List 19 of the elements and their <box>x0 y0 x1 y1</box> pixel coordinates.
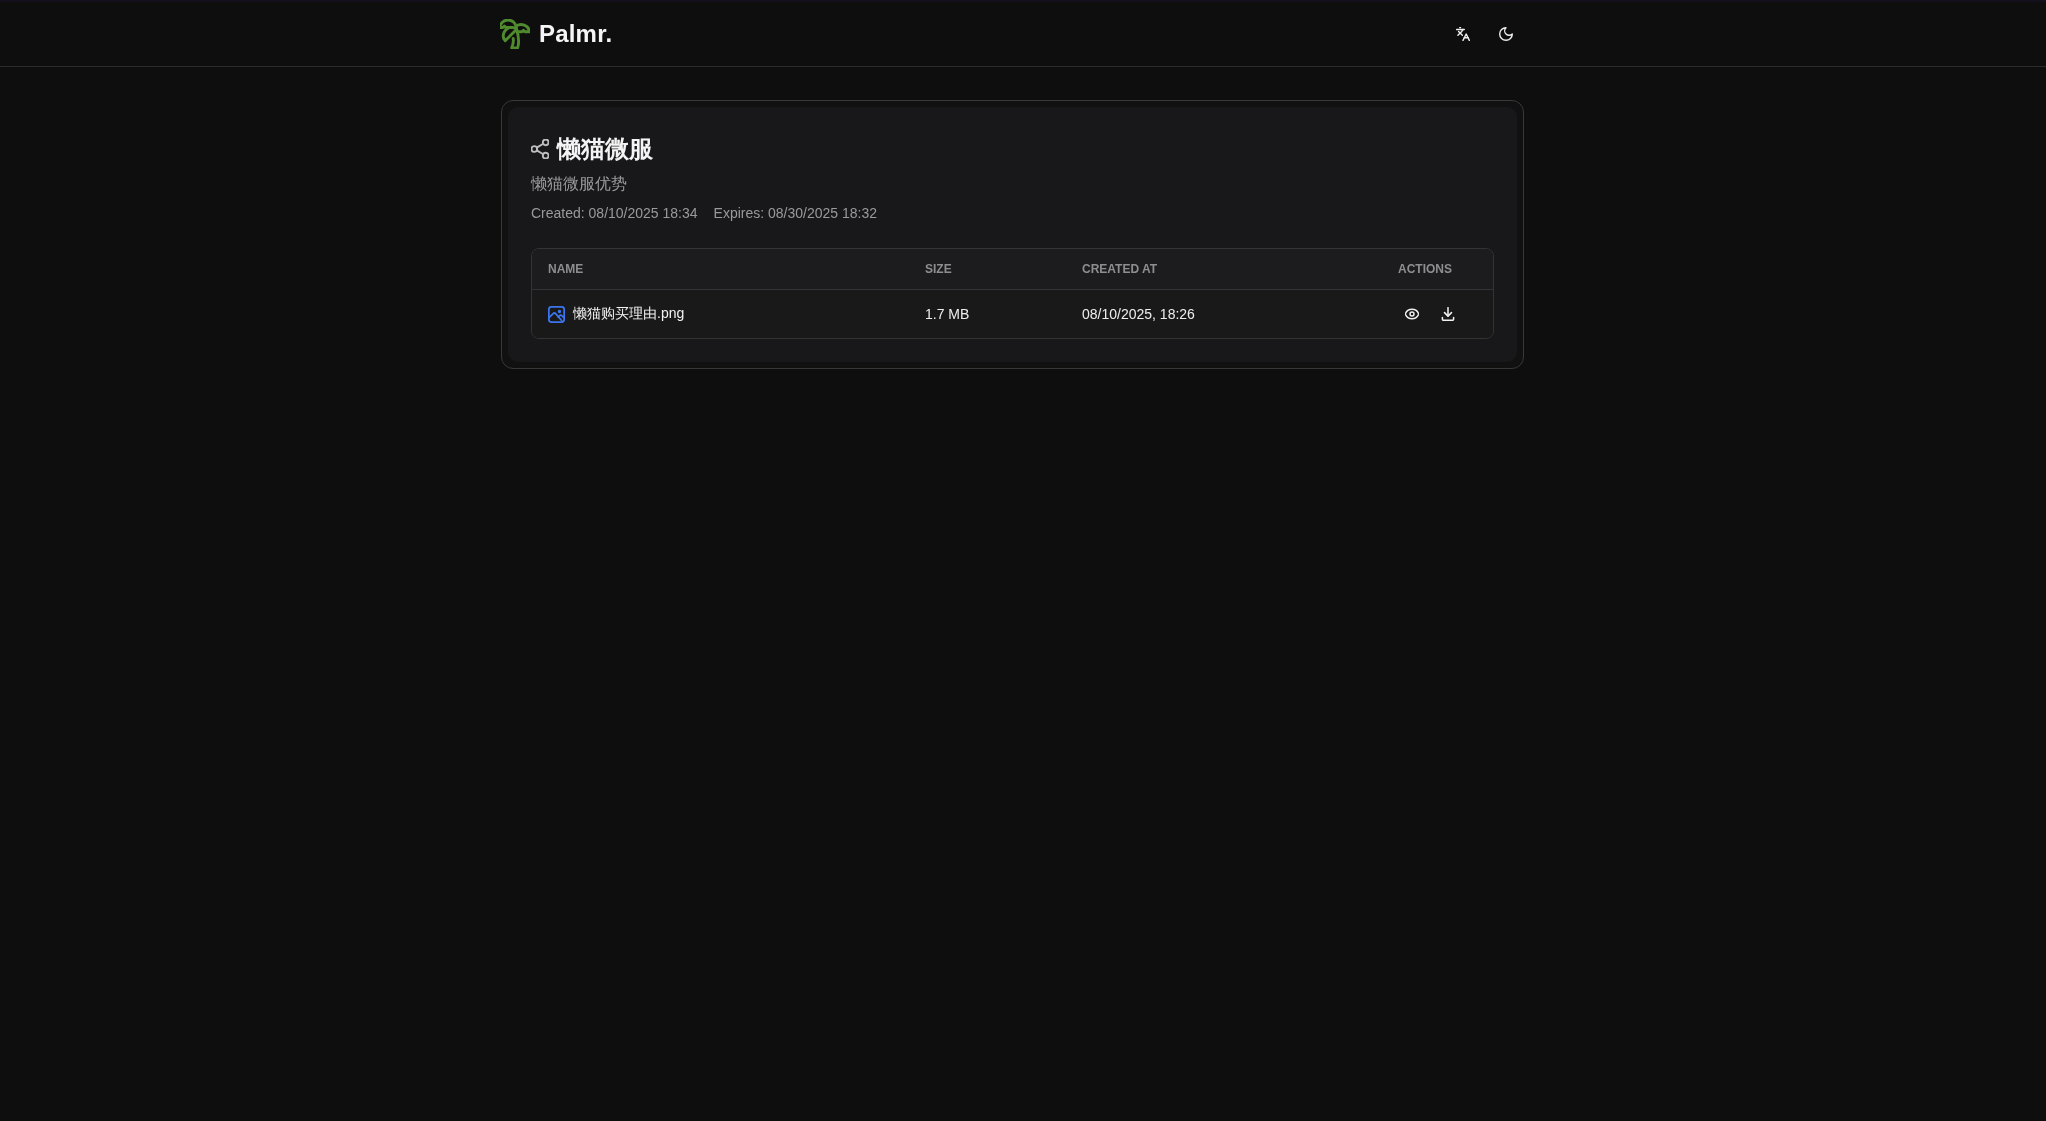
column-header: CREATED AT <box>1081 262 1159 276</box>
column-header: ACTIONS <box>1397 262 1453 276</box>
brand-name[interactable]: Palmr. <box>539 20 613 48</box>
table-cell: 1.7 MB <box>925 306 970 322</box>
share-title: 懒猫微服 <box>557 134 653 164</box>
file-name: 懒猫购买理由.png <box>573 305 685 323</box>
created-date: Created: 08/10/2025 18:34 <box>531 204 698 223</box>
expiry-date: Expires: 08/30/2025 18:32 <box>713 204 878 223</box>
table-cell: 08/10/2025, 18:26 <box>1082 306 1195 322</box>
share-icon <box>531 139 549 159</box>
moon-icon <box>1499 27 1513 41</box>
translate-icon <box>1456 27 1470 41</box>
share-description: 懒猫微服优势 <box>531 174 628 194</box>
eye-icon <box>1405 307 1419 321</box>
palm-tree-icon[interactable] <box>500 19 530 49</box>
download-icon <box>1441 307 1455 321</box>
image-icon <box>548 305 565 323</box>
column-header: NAME <box>547 262 585 276</box>
column-header: SIZE <box>924 262 953 276</box>
